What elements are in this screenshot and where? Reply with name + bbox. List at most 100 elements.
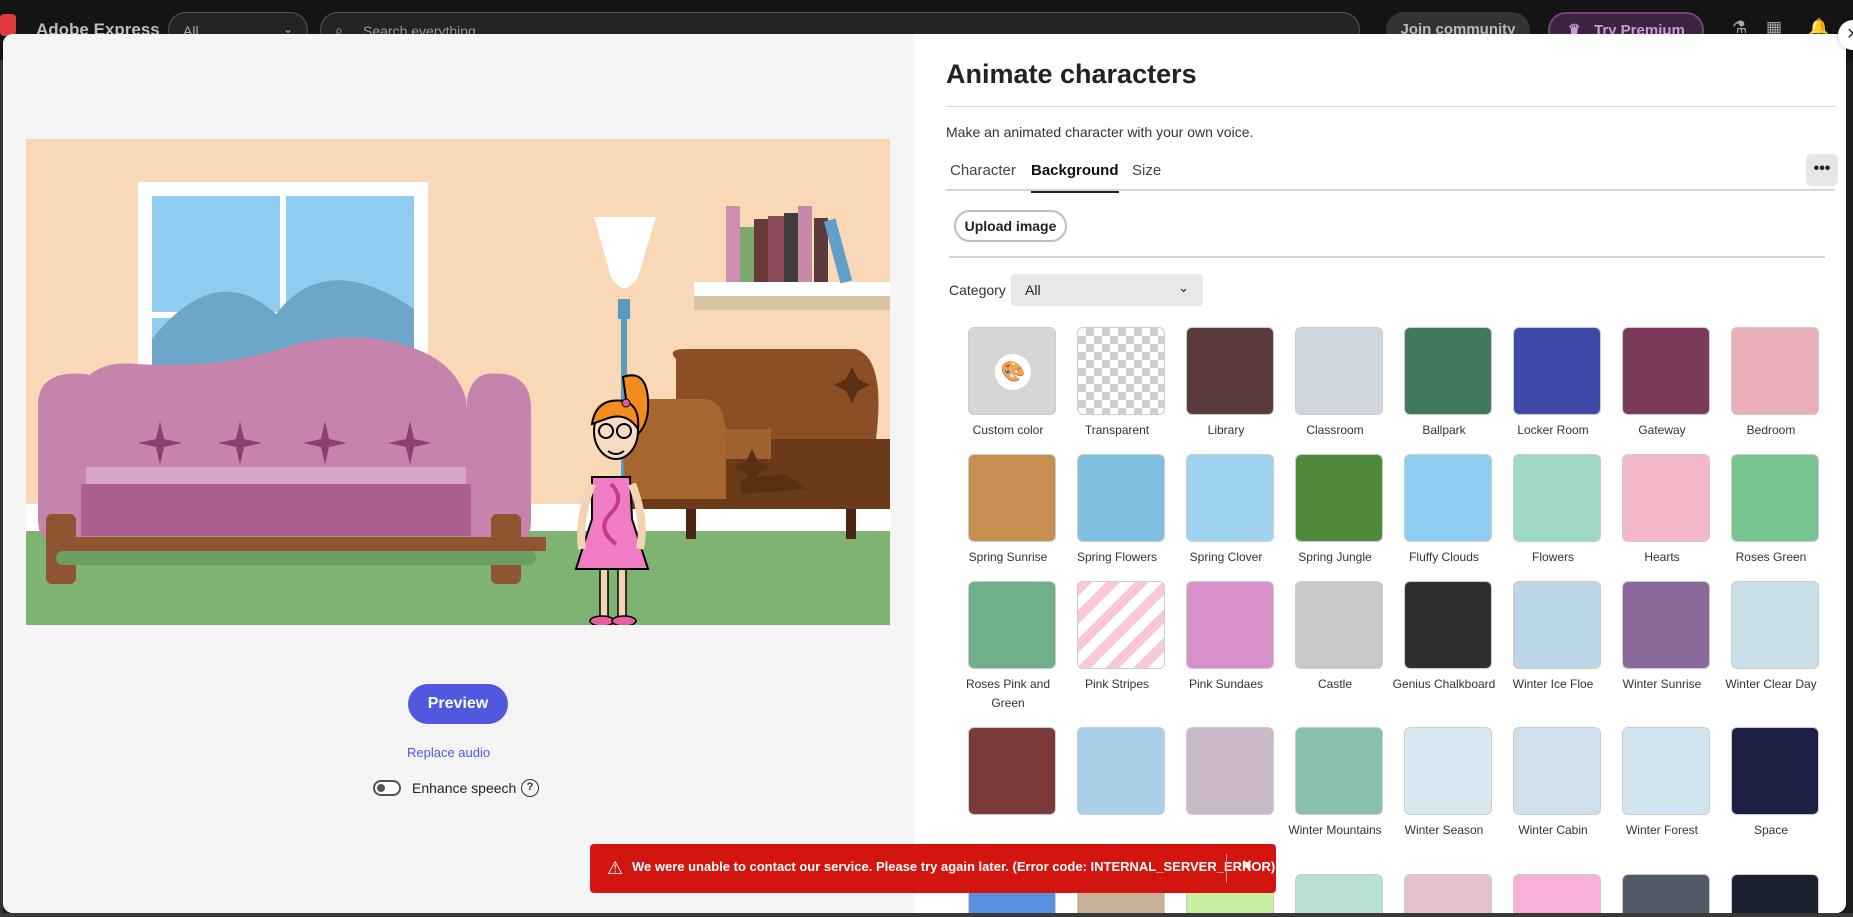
background-thumbnail xyxy=(1513,874,1601,913)
background-tile-label: Gateway xyxy=(1638,423,1686,437)
background-thumbnail xyxy=(1731,874,1819,913)
background-thumbnail xyxy=(1186,727,1274,815)
background-tile-label: Winter Forest xyxy=(1625,823,1698,837)
close-toast-button[interactable]: × xyxy=(1242,855,1252,875)
background-thumbnail xyxy=(1404,874,1492,913)
background-tile-label: Classroom xyxy=(1306,423,1364,437)
category-label: Category xyxy=(949,282,1006,298)
tab-background[interactable]: Background xyxy=(1031,162,1119,193)
divider xyxy=(946,106,1835,107)
background-thumbnail xyxy=(968,454,1056,542)
background-tile-label: Space xyxy=(1753,823,1789,837)
background-thumbnail xyxy=(1404,727,1492,815)
background-tile-label: Winter Season xyxy=(1404,823,1484,837)
background-thumbnail xyxy=(1404,327,1492,415)
background-thumbnail xyxy=(1513,327,1601,415)
tab-size[interactable]: Size xyxy=(1132,162,1161,191)
background-thumbnail xyxy=(1295,874,1383,913)
background-tile-label: Winter Ice Floe xyxy=(1512,677,1594,691)
background-thumbnail xyxy=(1731,327,1819,415)
background-thumbnail xyxy=(968,581,1056,669)
background-tile-label: Fluffy Clouds xyxy=(1409,550,1479,564)
enhance-speech-label: Enhance speech xyxy=(412,780,517,796)
background-thumbnail xyxy=(1622,327,1710,415)
background-tile-label: Hearts xyxy=(1644,550,1680,564)
background-tile-label: Spring Clover xyxy=(1189,550,1263,564)
background-thumbnail xyxy=(1295,727,1383,815)
background-thumbnail xyxy=(1186,581,1274,669)
settings-panel: Animate characters Make an animated char… xyxy=(914,34,1846,913)
upload-image-button[interactable]: Upload image xyxy=(954,210,1067,242)
living-room-scene xyxy=(26,139,890,625)
panel-subtitle: Make an animated character with your own… xyxy=(946,124,1254,140)
background-tile-label: Pink Stripes xyxy=(1084,677,1150,691)
background-thumbnail: 🎨 xyxy=(968,327,1056,415)
background-tile-label: Winter Sunrise xyxy=(1622,677,1702,691)
tab-bar: Character Background Size xyxy=(946,152,1835,193)
background-tile-label: Castle xyxy=(1317,677,1352,691)
background-tile-label: Winter Clear Day xyxy=(1725,677,1817,691)
adobe-logo-icon xyxy=(0,14,16,36)
panel-title: Animate characters xyxy=(946,59,1197,89)
background-tile-label: Spring Sunrise xyxy=(968,550,1048,564)
character-scene xyxy=(26,139,890,625)
background-tile-label: Locker Room xyxy=(1517,423,1589,437)
background-thumbnail xyxy=(1622,454,1710,542)
enhance-speech-toggle[interactable] xyxy=(373,780,401,796)
background-tile-label: Custom color xyxy=(972,423,1044,437)
background-thumbnail xyxy=(1731,581,1819,669)
background-tile-label: Pink Sundaes xyxy=(1188,677,1264,691)
background-thumbnail xyxy=(1622,581,1710,669)
tab-character[interactable]: Character xyxy=(950,162,1016,191)
divider xyxy=(949,256,1825,258)
background-thumbnail xyxy=(1295,454,1383,542)
help-icon[interactable]: ? xyxy=(521,779,539,797)
background-tile-label: Library xyxy=(1207,423,1245,437)
toast-divider xyxy=(1226,854,1227,883)
background-thumbnail xyxy=(1404,581,1492,669)
shelf xyxy=(694,282,890,296)
background-tile-label: Bedroom xyxy=(1746,423,1796,437)
background-thumbnail xyxy=(1622,727,1710,815)
chevron-down-icon: ⌄ xyxy=(1178,280,1189,295)
preview-button[interactable]: Preview xyxy=(408,684,508,724)
error-message: We were unable to contact our service. P… xyxy=(632,859,1276,874)
toggle-knob xyxy=(377,784,385,792)
background-thumbnail xyxy=(1295,327,1383,415)
background-thumbnail xyxy=(1186,327,1274,415)
background-thumbnail xyxy=(1077,327,1165,415)
background-thumbnail xyxy=(968,727,1056,815)
background-tile-label: Flowers xyxy=(1531,550,1574,564)
background-tile-label: Spring Flowers xyxy=(1076,550,1158,564)
more-options-button[interactable]: ••• xyxy=(1806,154,1838,186)
background-thumbnail xyxy=(1513,454,1601,542)
palette-icon: 🎨 xyxy=(995,354,1031,390)
background-thumbnail xyxy=(1622,874,1710,913)
category-value: All xyxy=(1025,282,1041,298)
replace-audio-link[interactable]: Replace audio xyxy=(407,745,490,760)
background-tile-label: Roses Green xyxy=(1735,550,1807,564)
warning-icon: ⚠ xyxy=(607,858,624,878)
background-thumbnail xyxy=(1295,581,1383,669)
background-tile-label: Transparent xyxy=(1084,423,1150,437)
animate-characters-dialog: Preview Replace audio Enhance speech ? A… xyxy=(3,34,1846,913)
background-thumbnail xyxy=(1077,454,1165,542)
background-thumbnail xyxy=(1731,454,1819,542)
background-thumbnail xyxy=(1077,581,1165,669)
category-select[interactable]: All ⌄ xyxy=(1011,274,1203,306)
background-tile-label: Ballpark xyxy=(1422,423,1466,437)
background-page-bottom xyxy=(0,913,1853,917)
background-tile-label: Winter Mountains xyxy=(1288,823,1382,837)
background-thumbnail xyxy=(1077,727,1165,815)
background-tile-label: Genius Chalkboard xyxy=(1392,677,1496,691)
background-tile-label: Spring Jungle xyxy=(1298,550,1372,564)
background-tile-label: Roses Pink and Green xyxy=(965,677,1051,710)
background-thumbnail xyxy=(1513,581,1601,669)
background-tile-label: Winter Cabin xyxy=(1518,823,1588,837)
background-thumbnail xyxy=(1186,454,1274,542)
error-toast: ⚠ We were unable to contact our service.… xyxy=(590,844,1276,893)
background-thumbnail xyxy=(1404,454,1492,542)
stage-pane: Preview Replace audio Enhance speech ? xyxy=(3,34,914,913)
background-thumbnail xyxy=(1513,727,1601,815)
background-thumbnail xyxy=(1731,727,1819,815)
